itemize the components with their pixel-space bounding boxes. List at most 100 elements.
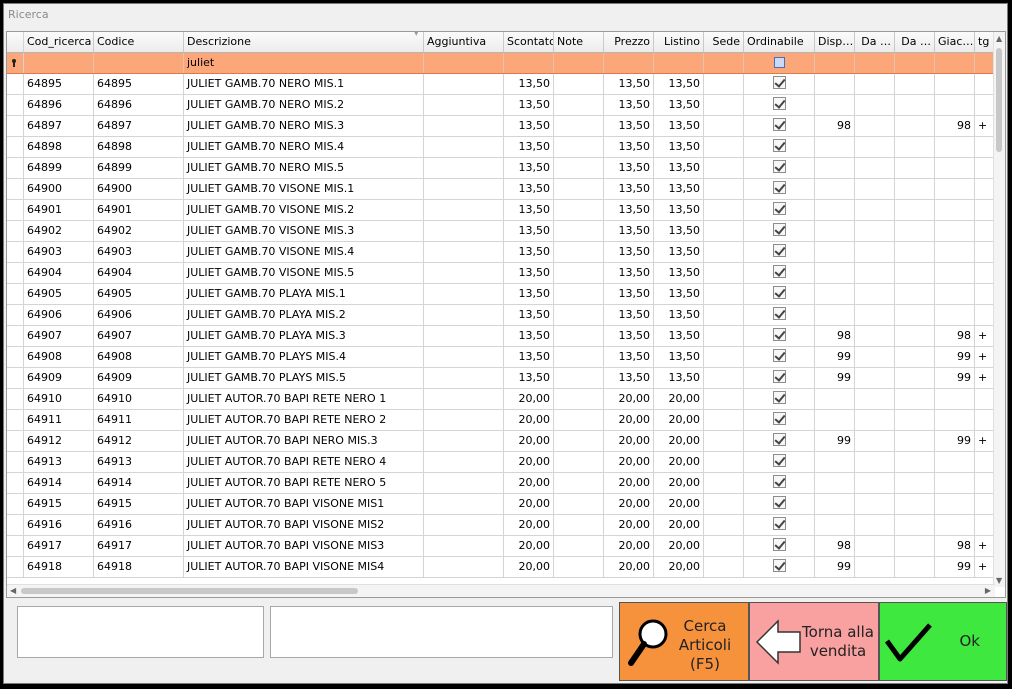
column-header-sede[interactable]: Sede xyxy=(704,32,744,52)
ordinabile-checkbox[interactable] xyxy=(772,181,786,194)
table-row[interactable]: 64895 64895 JULIET GAMB.70 NERO MIS.1 13,50… xyxy=(7,74,995,95)
ordinabile-checkbox[interactable] xyxy=(772,286,786,299)
filter-cell-note[interactable] xyxy=(554,53,604,73)
filter-cell-tg[interactable] xyxy=(975,53,995,73)
ordinabile-checkbox[interactable] xyxy=(772,76,786,89)
row-indicator[interactable] xyxy=(7,305,24,325)
scroll-down-icon[interactable]: ▼ xyxy=(996,576,1002,585)
filter-cell-ord[interactable] xyxy=(744,53,815,73)
column-header-disp[interactable]: Disp… xyxy=(815,32,855,52)
filter-cell-agg[interactable] xyxy=(424,53,504,73)
ordinabile-checkbox[interactable] xyxy=(772,160,786,173)
ordinabile-checkbox[interactable] xyxy=(772,118,786,131)
ordinabile-checkbox[interactable] xyxy=(772,265,786,278)
torna-vendita-button[interactable]: Torna alla vendita xyxy=(749,602,879,681)
table-row[interactable]: 64900 64900 JULIET GAMB.70 VISONE MIS.1 13,… xyxy=(7,179,995,200)
row-indicator[interactable] xyxy=(7,158,24,178)
row-indicator[interactable] xyxy=(7,368,24,388)
row-indicator[interactable] xyxy=(7,242,24,262)
horizontal-scrollbar[interactable]: ◀ ▶ xyxy=(7,584,995,597)
row-indicator[interactable] xyxy=(7,137,24,157)
row-indicator[interactable] xyxy=(7,200,24,220)
filter-cell-prezzo[interactable] xyxy=(604,53,654,73)
column-header-ord[interactable]: Ordinabile xyxy=(744,32,815,52)
filter-checkbox[interactable] xyxy=(773,57,785,68)
vertical-scrollbar[interactable]: ▲ ▼ xyxy=(993,32,1005,587)
table-row[interactable]: 64904 64904 JULIET GAMB.70 VISONE MIS.5 13,… xyxy=(7,263,995,284)
ordinabile-checkbox[interactable] xyxy=(772,202,786,215)
table-row[interactable]: 64909 64909 JULIET GAMB.70 PLAYS MIS.5 13,5… xyxy=(7,368,995,389)
table-row[interactable]: 64910 64910 JULIET AUTOR.70 BAPI RETE NERO… xyxy=(7,389,995,410)
table-row[interactable]: 64911 64911 JULIET AUTOR.70 BAPI RETE NERO… xyxy=(7,410,995,431)
column-header-giac[interactable]: Giac… xyxy=(935,32,975,52)
table-row[interactable]: 64912 64912 JULIET AUTOR.70 BAPI NERO MIS.… xyxy=(7,431,995,452)
ordinabile-checkbox[interactable] xyxy=(772,454,786,467)
vertical-scroll-thumb[interactable] xyxy=(996,48,1002,152)
column-header-listino[interactable]: Listino xyxy=(654,32,704,52)
scroll-left-icon[interactable]: ◀ xyxy=(10,586,16,595)
filter-cell-disp[interactable] xyxy=(815,53,855,73)
cerca-articoli-button[interactable]: Cerca Articoli (F5) xyxy=(619,602,749,681)
scroll-up-icon[interactable]: ▲ xyxy=(996,34,1002,43)
row-indicator[interactable] xyxy=(7,326,24,346)
filter-cell-codice[interactable] xyxy=(94,53,184,73)
ordinabile-checkbox[interactable] xyxy=(772,412,786,425)
ordinabile-checkbox[interactable] xyxy=(772,307,786,320)
row-indicator[interactable] xyxy=(7,536,24,556)
column-header-prezzo[interactable]: Prezzo xyxy=(604,32,654,52)
row-indicator[interactable] xyxy=(7,410,24,430)
filter-cell-da2[interactable] xyxy=(895,53,935,73)
row-indicator[interactable] xyxy=(7,95,24,115)
row-indicator[interactable] xyxy=(7,116,24,136)
row-indicator[interactable] xyxy=(7,515,24,535)
filter-row[interactable]: juliet xyxy=(7,53,995,74)
column-header-sc[interactable]: Scontato xyxy=(504,32,554,52)
ordinabile-checkbox[interactable] xyxy=(772,97,786,110)
table-row[interactable]: 64901 64901 JULIET GAMB.70 VISONE MIS.2 13,… xyxy=(7,200,995,221)
table-row[interactable]: 64902 64902 JULIET GAMB.70 VISONE MIS.3 13,… xyxy=(7,221,995,242)
table-row[interactable]: 64896 64896 JULIET GAMB.70 NERO MIS.2 13,50… xyxy=(7,95,995,116)
horizontal-scroll-thumb[interactable] xyxy=(21,588,358,594)
ordinabile-checkbox[interactable] xyxy=(772,559,786,572)
filter-cell-cod[interactable] xyxy=(24,53,94,73)
table-row[interactable]: 64914 64914 JULIET AUTOR.70 BAPI RETE NERO… xyxy=(7,473,995,494)
row-indicator[interactable] xyxy=(7,284,24,304)
ordinabile-checkbox[interactable] xyxy=(772,433,786,446)
row-indicator[interactable] xyxy=(7,473,24,493)
column-header-da2[interactable]: Da … xyxy=(895,32,935,52)
table-row[interactable]: 64898 64898 JULIET GAMB.70 NERO MIS.4 13,50… xyxy=(7,137,995,158)
ordinabile-checkbox[interactable] xyxy=(772,139,786,152)
table-row[interactable]: 64905 64905 JULIET GAMB.70 PLAYA MIS.1 13,5… xyxy=(7,284,995,305)
table-row[interactable]: 64906 64906 JULIET GAMB.70 PLAYA MIS.2 13,5… xyxy=(7,305,995,326)
scroll-right-icon[interactable]: ▶ xyxy=(985,586,991,595)
row-indicator[interactable] xyxy=(7,431,24,451)
row-indicator[interactable] xyxy=(7,494,24,514)
row-indicator[interactable] xyxy=(7,263,24,283)
filter-cell-sc[interactable] xyxy=(504,53,554,73)
filter-cell-giac[interactable] xyxy=(935,53,975,73)
table-row[interactable]: 64913 64913 JULIET AUTOR.70 BAPI RETE NERO… xyxy=(7,452,995,473)
ordinabile-checkbox[interactable] xyxy=(772,538,786,551)
ordinabile-checkbox[interactable] xyxy=(772,517,786,530)
ordinabile-checkbox[interactable] xyxy=(772,328,786,341)
row-indicator[interactable] xyxy=(7,347,24,367)
filter-funnel-icon[interactable]: ▾ xyxy=(414,32,419,39)
ordinabile-checkbox[interactable] xyxy=(772,244,786,257)
filter-cell-desc[interactable]: juliet xyxy=(184,53,424,73)
table-row[interactable]: 64915 64915 JULIET AUTOR.70 BAPI VISONE MI… xyxy=(7,494,995,515)
row-indicator[interactable] xyxy=(7,179,24,199)
column-header-desc[interactable]: Descrizione xyxy=(184,32,424,52)
ordinabile-checkbox[interactable] xyxy=(772,391,786,404)
table-row[interactable]: 64917 64917 JULIET AUTOR.70 BAPI VISONE MI… xyxy=(7,536,995,557)
column-header-agg[interactable]: Aggiuntiva xyxy=(424,32,504,52)
row-indicator[interactable] xyxy=(7,74,24,94)
ordinabile-checkbox[interactable] xyxy=(772,370,786,383)
articles-grid[interactable]: Cod_ricerca Codice Descrizione ▾ Aggiuntiva S… xyxy=(6,31,1006,598)
row-indicator[interactable] xyxy=(7,389,24,409)
column-header-note[interactable]: Note xyxy=(554,32,604,52)
column-header-da1[interactable]: Da … xyxy=(855,32,895,52)
filter-cell-listino[interactable] xyxy=(654,53,704,73)
table-row[interactable]: 64908 64908 JULIET GAMB.70 PLAYS MIS.4 13,5… xyxy=(7,347,995,368)
column-header-tg[interactable]: tg xyxy=(975,32,995,52)
row-indicator[interactable] xyxy=(7,557,24,577)
